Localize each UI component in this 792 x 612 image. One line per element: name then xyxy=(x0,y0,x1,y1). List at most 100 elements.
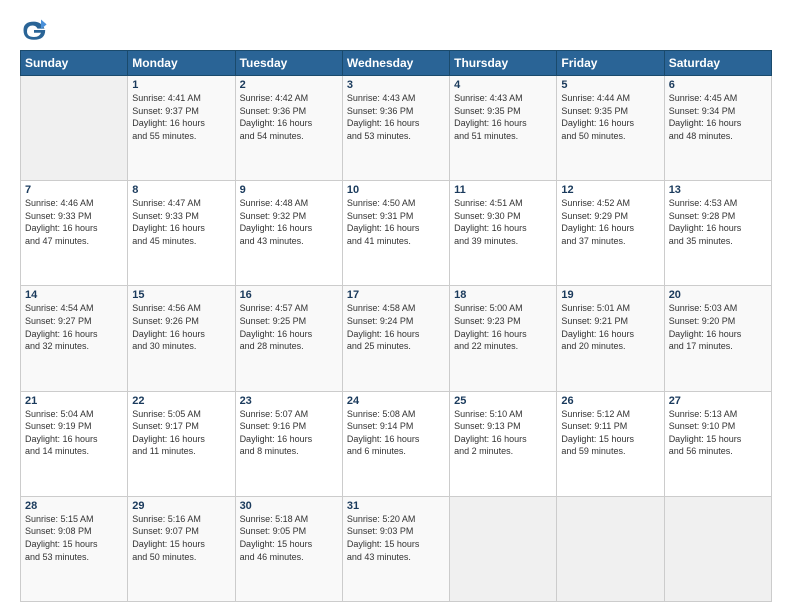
day-info: Sunrise: 4:41 AM Sunset: 9:37 PM Dayligh… xyxy=(132,92,230,142)
calendar-cell: 30Sunrise: 5:18 AM Sunset: 9:05 PM Dayli… xyxy=(235,496,342,601)
calendar-day-header: Tuesday xyxy=(235,51,342,76)
calendar-cell: 2Sunrise: 4:42 AM Sunset: 9:36 PM Daylig… xyxy=(235,76,342,181)
day-info: Sunrise: 5:08 AM Sunset: 9:14 PM Dayligh… xyxy=(347,408,445,458)
day-info: Sunrise: 5:10 AM Sunset: 9:13 PM Dayligh… xyxy=(454,408,552,458)
calendar-cell: 31Sunrise: 5:20 AM Sunset: 9:03 PM Dayli… xyxy=(342,496,449,601)
day-number: 27 xyxy=(669,395,767,407)
day-info: Sunrise: 5:00 AM Sunset: 9:23 PM Dayligh… xyxy=(454,302,552,352)
calendar-week-row: 28Sunrise: 5:15 AM Sunset: 9:08 PM Dayli… xyxy=(21,496,772,601)
day-info: Sunrise: 4:42 AM Sunset: 9:36 PM Dayligh… xyxy=(240,92,338,142)
calendar-day-header: Thursday xyxy=(450,51,557,76)
day-number: 25 xyxy=(454,395,552,407)
day-number: 29 xyxy=(132,500,230,512)
day-info: Sunrise: 4:58 AM Sunset: 9:24 PM Dayligh… xyxy=(347,302,445,352)
calendar-cell: 27Sunrise: 5:13 AM Sunset: 9:10 PM Dayli… xyxy=(664,391,771,496)
day-number: 10 xyxy=(347,184,445,196)
calendar-week-row: 21Sunrise: 5:04 AM Sunset: 9:19 PM Dayli… xyxy=(21,391,772,496)
calendar-cell: 25Sunrise: 5:10 AM Sunset: 9:13 PM Dayli… xyxy=(450,391,557,496)
day-number: 2 xyxy=(240,79,338,91)
calendar-cell: 3Sunrise: 4:43 AM Sunset: 9:36 PM Daylig… xyxy=(342,76,449,181)
calendar-cell: 10Sunrise: 4:50 AM Sunset: 9:31 PM Dayli… xyxy=(342,181,449,286)
day-info: Sunrise: 5:15 AM Sunset: 9:08 PM Dayligh… xyxy=(25,513,123,563)
calendar-table: SundayMondayTuesdayWednesdayThursdayFrid… xyxy=(20,50,772,602)
day-number: 13 xyxy=(669,184,767,196)
calendar-cell: 1Sunrise: 4:41 AM Sunset: 9:37 PM Daylig… xyxy=(128,76,235,181)
calendar-header-row: SundayMondayTuesdayWednesdayThursdayFrid… xyxy=(21,51,772,76)
header xyxy=(20,16,772,44)
calendar-day-header: Sunday xyxy=(21,51,128,76)
day-info: Sunrise: 4:54 AM Sunset: 9:27 PM Dayligh… xyxy=(25,302,123,352)
calendar-cell: 19Sunrise: 5:01 AM Sunset: 9:21 PM Dayli… xyxy=(557,286,664,391)
calendar-day-header: Friday xyxy=(557,51,664,76)
day-info: Sunrise: 5:12 AM Sunset: 9:11 PM Dayligh… xyxy=(561,408,659,458)
day-number: 18 xyxy=(454,289,552,301)
day-number: 12 xyxy=(561,184,659,196)
day-number: 31 xyxy=(347,500,445,512)
calendar-cell: 29Sunrise: 5:16 AM Sunset: 9:07 PM Dayli… xyxy=(128,496,235,601)
day-number: 30 xyxy=(240,500,338,512)
day-info: Sunrise: 5:01 AM Sunset: 9:21 PM Dayligh… xyxy=(561,302,659,352)
day-number: 20 xyxy=(669,289,767,301)
day-number: 23 xyxy=(240,395,338,407)
calendar-cell: 17Sunrise: 4:58 AM Sunset: 9:24 PM Dayli… xyxy=(342,286,449,391)
calendar-day-header: Wednesday xyxy=(342,51,449,76)
day-info: Sunrise: 4:51 AM Sunset: 9:30 PM Dayligh… xyxy=(454,197,552,247)
day-info: Sunrise: 4:43 AM Sunset: 9:35 PM Dayligh… xyxy=(454,92,552,142)
calendar-cell: 7Sunrise: 4:46 AM Sunset: 9:33 PM Daylig… xyxy=(21,181,128,286)
day-number: 8 xyxy=(132,184,230,196)
calendar-week-row: 14Sunrise: 4:54 AM Sunset: 9:27 PM Dayli… xyxy=(21,286,772,391)
calendar-cell: 18Sunrise: 5:00 AM Sunset: 9:23 PM Dayli… xyxy=(450,286,557,391)
day-info: Sunrise: 4:46 AM Sunset: 9:33 PM Dayligh… xyxy=(25,197,123,247)
day-number: 5 xyxy=(561,79,659,91)
calendar-cell: 22Sunrise: 5:05 AM Sunset: 9:17 PM Dayli… xyxy=(128,391,235,496)
calendar-week-row: 1Sunrise: 4:41 AM Sunset: 9:37 PM Daylig… xyxy=(21,76,772,181)
logo-icon xyxy=(20,16,48,44)
day-info: Sunrise: 5:03 AM Sunset: 9:20 PM Dayligh… xyxy=(669,302,767,352)
day-number: 11 xyxy=(454,184,552,196)
calendar-cell: 14Sunrise: 4:54 AM Sunset: 9:27 PM Dayli… xyxy=(21,286,128,391)
calendar-cell: 28Sunrise: 5:15 AM Sunset: 9:08 PM Dayli… xyxy=(21,496,128,601)
day-number: 14 xyxy=(25,289,123,301)
day-info: Sunrise: 5:16 AM Sunset: 9:07 PM Dayligh… xyxy=(132,513,230,563)
day-number: 9 xyxy=(240,184,338,196)
day-number: 28 xyxy=(25,500,123,512)
calendar-cell: 15Sunrise: 4:56 AM Sunset: 9:26 PM Dayli… xyxy=(128,286,235,391)
calendar-cell: 9Sunrise: 4:48 AM Sunset: 9:32 PM Daylig… xyxy=(235,181,342,286)
calendar-cell: 4Sunrise: 4:43 AM Sunset: 9:35 PM Daylig… xyxy=(450,76,557,181)
day-number: 19 xyxy=(561,289,659,301)
calendar-cell: 5Sunrise: 4:44 AM Sunset: 9:35 PM Daylig… xyxy=(557,76,664,181)
day-number: 6 xyxy=(669,79,767,91)
calendar-cell: 6Sunrise: 4:45 AM Sunset: 9:34 PM Daylig… xyxy=(664,76,771,181)
calendar-cell xyxy=(450,496,557,601)
calendar-cell: 11Sunrise: 4:51 AM Sunset: 9:30 PM Dayli… xyxy=(450,181,557,286)
day-info: Sunrise: 4:43 AM Sunset: 9:36 PM Dayligh… xyxy=(347,92,445,142)
calendar-cell xyxy=(21,76,128,181)
calendar-cell: 21Sunrise: 5:04 AM Sunset: 9:19 PM Dayli… xyxy=(21,391,128,496)
day-info: Sunrise: 4:53 AM Sunset: 9:28 PM Dayligh… xyxy=(669,197,767,247)
calendar-day-header: Monday xyxy=(128,51,235,76)
day-number: 7 xyxy=(25,184,123,196)
calendar-cell: 26Sunrise: 5:12 AM Sunset: 9:11 PM Dayli… xyxy=(557,391,664,496)
day-number: 15 xyxy=(132,289,230,301)
logo xyxy=(20,16,52,44)
day-number: 26 xyxy=(561,395,659,407)
day-number: 24 xyxy=(347,395,445,407)
calendar-cell: 13Sunrise: 4:53 AM Sunset: 9:28 PM Dayli… xyxy=(664,181,771,286)
calendar-cell: 20Sunrise: 5:03 AM Sunset: 9:20 PM Dayli… xyxy=(664,286,771,391)
day-number: 17 xyxy=(347,289,445,301)
day-number: 1 xyxy=(132,79,230,91)
calendar-cell: 16Sunrise: 4:57 AM Sunset: 9:25 PM Dayli… xyxy=(235,286,342,391)
day-info: Sunrise: 4:45 AM Sunset: 9:34 PM Dayligh… xyxy=(669,92,767,142)
day-info: Sunrise: 4:57 AM Sunset: 9:25 PM Dayligh… xyxy=(240,302,338,352)
day-info: Sunrise: 4:48 AM Sunset: 9:32 PM Dayligh… xyxy=(240,197,338,247)
day-info: Sunrise: 5:05 AM Sunset: 9:17 PM Dayligh… xyxy=(132,408,230,458)
day-info: Sunrise: 4:47 AM Sunset: 9:33 PM Dayligh… xyxy=(132,197,230,247)
calendar-cell: 24Sunrise: 5:08 AM Sunset: 9:14 PM Dayli… xyxy=(342,391,449,496)
calendar-cell: 8Sunrise: 4:47 AM Sunset: 9:33 PM Daylig… xyxy=(128,181,235,286)
day-info: Sunrise: 5:20 AM Sunset: 9:03 PM Dayligh… xyxy=(347,513,445,563)
day-info: Sunrise: 4:50 AM Sunset: 9:31 PM Dayligh… xyxy=(347,197,445,247)
day-number: 21 xyxy=(25,395,123,407)
calendar-cell: 12Sunrise: 4:52 AM Sunset: 9:29 PM Dayli… xyxy=(557,181,664,286)
day-info: Sunrise: 5:13 AM Sunset: 9:10 PM Dayligh… xyxy=(669,408,767,458)
day-info: Sunrise: 5:04 AM Sunset: 9:19 PM Dayligh… xyxy=(25,408,123,458)
